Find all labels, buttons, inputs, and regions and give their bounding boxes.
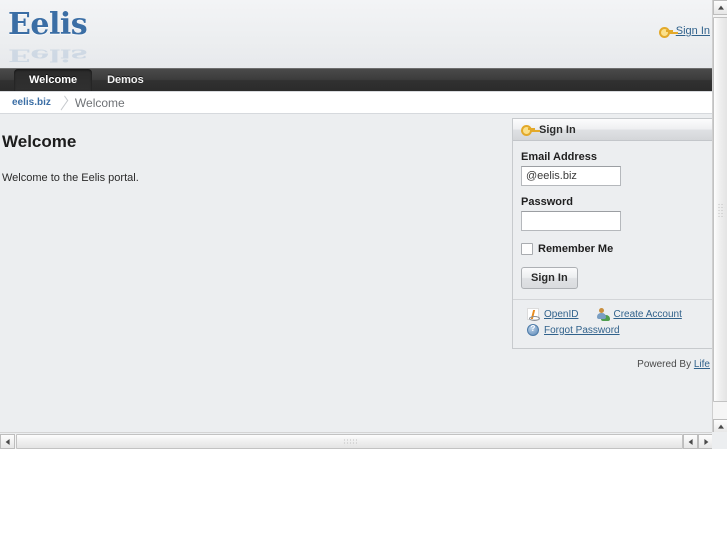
powered-by-link[interactable]: Life <box>694 359 710 370</box>
sidebar-column: Sign In Email Address Password <box>512 114 712 370</box>
caret-up-icon <box>717 424 724 429</box>
signin-links-row-1: OpenID Create Account <box>527 308 704 321</box>
nav-tab-demos-label: Demos <box>107 74 144 86</box>
create-account-link[interactable]: Create Account <box>613 309 681 320</box>
page-content: Eelis Eelis Sign In Welcome Demos eelis.… <box>0 0 712 420</box>
scroll-right-button[interactable] <box>698 434 713 449</box>
powered-by-label: Powered By <box>637 359 692 370</box>
logo-reflection: Eelis <box>8 45 88 64</box>
logo-text: Eelis <box>8 8 88 42</box>
vertical-scroll-thumb[interactable] <box>713 17 727 402</box>
password-field-group: Password <box>521 196 704 231</box>
password-input[interactable] <box>521 211 621 231</box>
nav-tab-demos[interactable]: Demos <box>92 69 159 91</box>
signin-submit-button[interactable]: Sign In <box>521 267 578 289</box>
vertical-scrollbar[interactable] <box>712 0 727 449</box>
signin-portlet: Sign In Email Address Password <box>512 118 712 349</box>
remember-me-checkbox[interactable] <box>521 243 533 255</box>
breadcrumb-home-link[interactable]: eelis.biz <box>6 96 57 109</box>
site-logo[interactable]: Eelis Eelis <box>8 8 98 64</box>
signin-portlet-body: Email Address Password Remember Me Sign … <box>513 141 712 299</box>
caret-right-icon <box>703 438 708 445</box>
signin-links-row-2: Forgot Password <box>527 323 704 336</box>
nav-tab-welcome-label: Welcome <box>29 74 78 86</box>
horizontal-scroll-track[interactable] <box>15 434 683 449</box>
email-field-group: Email Address <box>521 151 704 186</box>
openid-link[interactable]: OpenID <box>544 309 578 320</box>
key-icon <box>658 26 673 38</box>
caret-left-icon <box>5 438 10 445</box>
site-header: Eelis Eelis Sign In <box>0 0 712 68</box>
scroll-grip-icon <box>342 438 357 445</box>
powered-by: Powered By Life <box>512 359 712 370</box>
remember-me-row[interactable]: Remember Me <box>521 243 704 255</box>
email-label: Email Address <box>521 151 598 163</box>
page-body: Welcome Welcome to the Eelis portal. Sig… <box>0 114 712 420</box>
breadcrumb-current: Welcome <box>74 95 125 110</box>
main-navigation: Welcome Demos <box>0 68 712 92</box>
browser-viewport: Eelis Eelis Sign In Welcome Demos eelis.… <box>0 0 727 449</box>
scroll-up-button[interactable] <box>713 0 727 15</box>
remember-me-label: Remember Me <box>538 243 614 255</box>
signin-portlet-footer: OpenID Create Account Forgot Password <box>513 299 712 348</box>
main-column: Welcome Welcome to the Eelis portal. <box>0 114 512 184</box>
page-title: Welcome <box>2 132 77 151</box>
page-intro-text: Welcome to the Eelis portal. <box>2 172 139 184</box>
scrollbar-corner <box>712 432 727 449</box>
breadcrumb: eelis.biz Welcome <box>0 92 712 114</box>
horizontal-scrollbar[interactable] <box>0 432 727 449</box>
forgot-password-link[interactable]: Forgot Password <box>544 325 620 336</box>
signin-portlet-title: Sign In <box>539 123 576 136</box>
password-label: Password <box>521 196 573 208</box>
caret-up-icon <box>717 5 724 10</box>
caret-left-icon <box>688 438 693 445</box>
nav-tab-welcome[interactable]: Welcome <box>14 69 93 91</box>
scroll-grip-icon <box>717 202 724 217</box>
breadcrumb-separator-icon <box>57 95 71 111</box>
header-signin-link[interactable]: Sign In <box>658 25 710 38</box>
vertical-scroll-track[interactable] <box>713 15 727 419</box>
header-signin-label: Sign In <box>675 25 710 37</box>
user-add-icon <box>596 308 608 320</box>
openid-icon <box>527 308 540 321</box>
signin-portlet-header: Sign In <box>513 119 712 141</box>
key-icon <box>521 124 535 136</box>
horizontal-scroll-thumb[interactable] <box>16 434 683 449</box>
help-icon <box>527 323 539 336</box>
scroll-left-button[interactable] <box>0 434 15 449</box>
email-input[interactable] <box>521 166 621 186</box>
scroll-left-button-right[interactable] <box>683 434 698 449</box>
